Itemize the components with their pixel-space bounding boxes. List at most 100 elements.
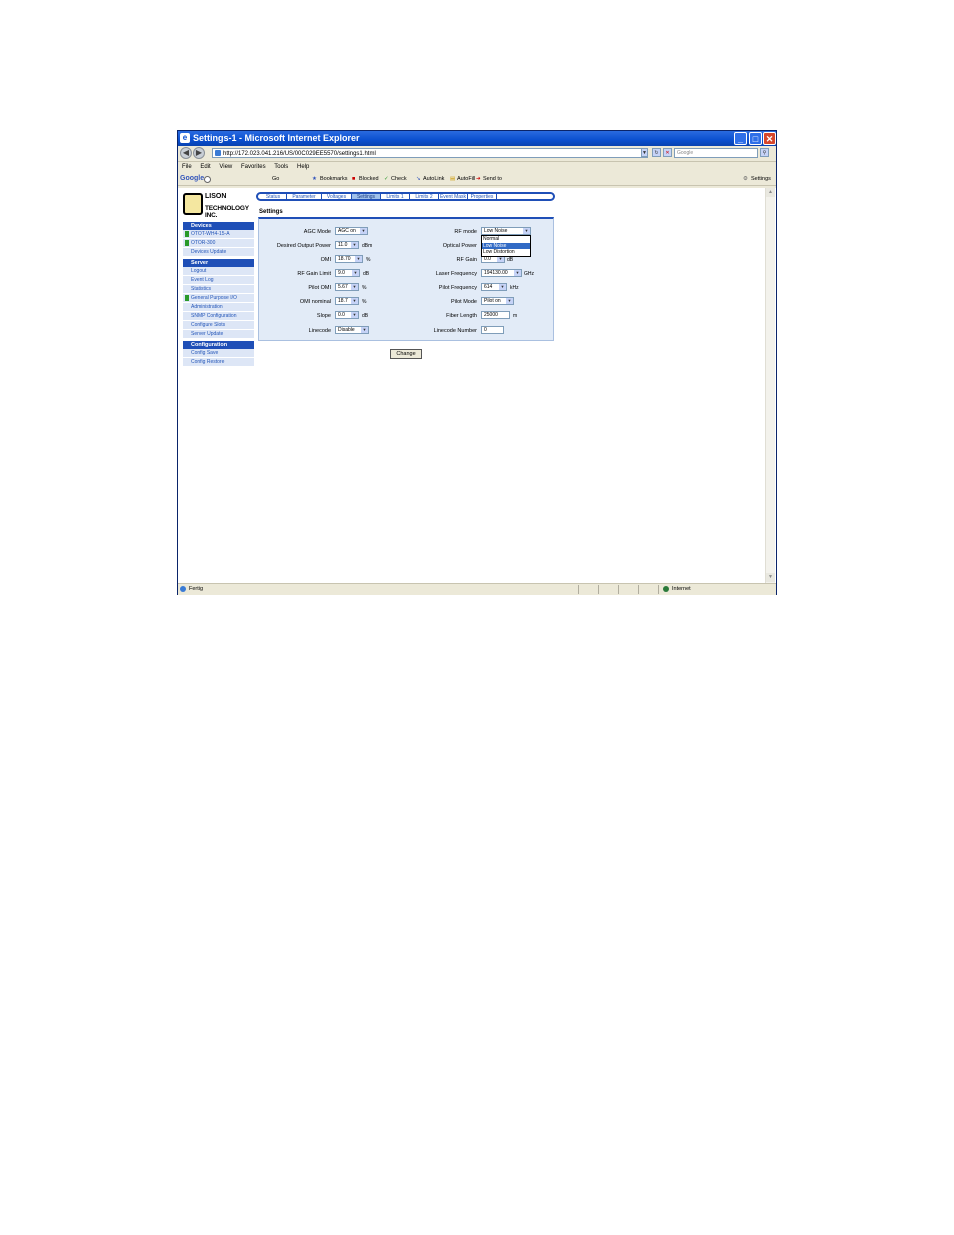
rf-mode-option-low-distortion[interactable]: Low Distortion	[482, 249, 530, 256]
sidebar-item-device-1[interactable]: OTOT-WH4-15-A	[183, 230, 254, 239]
blocked-button[interactable]: Blocked	[359, 173, 379, 185]
close-button[interactable]: ✕	[763, 132, 776, 145]
pilot-omi-select[interactable]: 5.67 ▼	[335, 283, 359, 291]
status-divider	[638, 585, 639, 594]
tab-settings[interactable]: Settings	[352, 194, 381, 200]
sendto-icon: ➜	[476, 176, 481, 182]
fiber-length-input[interactable]: 25000	[481, 311, 510, 319]
chevron-down-icon: ▼	[355, 256, 362, 262]
sidebar-item-label: Administration	[191, 304, 223, 310]
sidebar-item-event-log[interactable]: Event Log	[183, 276, 254, 285]
menu-file[interactable]: File	[182, 164, 192, 170]
sidebar-item-label: OTOR-300	[191, 240, 216, 246]
rf-gain-unit: dB	[507, 257, 514, 263]
pilot-mode-select[interactable]: Pilot on ▼	[481, 297, 514, 305]
menu-edit[interactable]: Edit	[200, 164, 210, 170]
url-text: http://172.023.041.216/US/00C029EE5570/s…	[223, 151, 376, 157]
sidebar-item-snmp[interactable]: SNMP Configuration	[183, 312, 254, 321]
green-flag-icon	[185, 295, 189, 301]
menu-tools[interactable]: Tools	[274, 164, 288, 170]
tab-parameter[interactable]: Parameter	[287, 194, 322, 200]
google-go-button[interactable]: Go	[272, 173, 279, 185]
rf-mode-label: RF mode	[454, 229, 477, 235]
stop-icon[interactable]: ✕	[663, 148, 672, 157]
sidebar-item-config-restore[interactable]: Config Restore	[183, 358, 254, 367]
autofill-button[interactable]: AutoFill	[457, 173, 475, 185]
google-search-box-icon[interactable]	[204, 176, 211, 183]
tab-limits-2[interactable]: Limits 2	[410, 194, 439, 200]
desired-output-power-label: Desired Output Power	[276, 243, 331, 249]
address-input[interactable]: http://172.023.041.216/US/00C029EE5570/s…	[212, 148, 648, 158]
desired-output-power-select[interactable]: 11.0 ▼	[335, 241, 359, 249]
omi-nominal-select[interactable]: 18.7 ▼	[335, 297, 359, 305]
agc-mode-select[interactable]: AGC on ▼	[335, 227, 368, 235]
back-button[interactable]: ◀	[180, 147, 192, 159]
address-dropdown-icon[interactable]: ▼	[641, 148, 648, 157]
sidebar-item-label: Statistics	[191, 286, 212, 292]
google-logo: Google	[180, 175, 205, 182]
sidebar-item-server-update[interactable]: Server Update	[183, 330, 254, 339]
omi-value: 18.70	[338, 256, 351, 262]
tab-limits-1[interactable]: Limits 1	[381, 194, 410, 200]
menu-favorites[interactable]: Favorites	[241, 164, 266, 170]
autolink-button[interactable]: AutoLink	[423, 173, 444, 185]
vertical-scrollbar[interactable]: ▲ ▼	[765, 188, 775, 583]
search-input[interactable]: Google	[674, 148, 758, 158]
desired-output-power-unit: dBm	[362, 243, 373, 249]
menu-view[interactable]: View	[219, 164, 232, 170]
popup-blocker-icon: ■	[352, 176, 356, 182]
omi-nominal-unit: %	[362, 299, 367, 305]
sendto-button[interactable]: Send to	[483, 173, 502, 185]
settings-icon: ⚙	[743, 176, 748, 182]
scroll-down-icon[interactable]: ▼	[766, 573, 775, 582]
linecode-number-input[interactable]: 0	[481, 326, 504, 334]
sidebar-item-administration[interactable]: Administration	[183, 303, 254, 312]
sidebar-item-config-save[interactable]: Config Save	[183, 349, 254, 358]
section-title: Settings	[259, 209, 283, 215]
page-content: LISON TECHNOLOGY INC. Devices OTOT-WH4-1…	[178, 188, 776, 583]
linecode-label: Linecode	[308, 328, 331, 334]
forward-button[interactable]: ▶	[193, 147, 205, 159]
refresh-icon[interactable]: ↻	[652, 148, 661, 157]
sidebar-item-logout[interactable]: Logout	[183, 267, 254, 276]
sidebar-item-gpio[interactable]: General Purpose I/O	[183, 294, 254, 303]
chevron-down-icon: ▼	[351, 298, 358, 304]
check-button[interactable]: Check	[391, 173, 407, 185]
tab-event-mask[interactable]: Event Mask	[439, 194, 468, 200]
status-divider	[598, 585, 599, 594]
minimize-button[interactable]: _	[734, 132, 747, 145]
laser-frequency-select[interactable]: 194130.00 ▼	[481, 269, 522, 277]
ie-logo-icon: e	[180, 133, 190, 143]
google-settings-button[interactable]: Settings	[751, 173, 771, 185]
chevron-down-icon: ▼	[360, 228, 367, 234]
window-title: Settings-1 - Microsoft Internet Explorer	[193, 133, 360, 143]
tab-voltages[interactable]: Voltages	[322, 194, 352, 200]
sidebar-item-devices-update[interactable]: Devices Update	[183, 248, 254, 257]
sidebar-item-configure-slots[interactable]: Configure Slots	[183, 321, 254, 330]
sidebar-item-device-2[interactable]: OTOR-300	[183, 239, 254, 248]
search-icon[interactable]: ⚲	[760, 148, 769, 157]
check-icon: ✓	[384, 176, 389, 182]
autolink-icon: ↘	[416, 176, 421, 182]
maximize-button[interactable]: □	[749, 132, 762, 145]
rf-mode-select[interactable]: Low Noise ▼	[481, 227, 531, 235]
pilot-frequency-select[interactable]: 614 ▼	[481, 283, 507, 291]
menu-help[interactable]: Help	[297, 164, 309, 170]
status-divider	[658, 585, 659, 594]
tab-properties[interactable]: Properties	[468, 194, 497, 200]
sidebar-item-label: General Purpose I/O	[191, 295, 237, 301]
chevron-down-icon: ▼	[499, 284, 506, 290]
rf-mode-value: Low Noise	[484, 228, 508, 234]
scroll-up-icon[interactable]: ▲	[766, 188, 775, 197]
linecode-select[interactable]: Disable ▼	[335, 326, 369, 334]
pilot-frequency-label: Pilot Frequency	[438, 285, 477, 291]
sidebar-item-label: Event Log	[191, 277, 214, 283]
internet-zone-icon	[663, 586, 669, 592]
bookmarks-button[interactable]: Bookmarks	[320, 173, 348, 185]
tab-status[interactable]: Status	[260, 194, 287, 200]
change-button[interactable]: Change	[390, 349, 422, 359]
sidebar-item-statistics[interactable]: Statistics	[183, 285, 254, 294]
rf-gain-limit-select[interactable]: 9.0 ▼	[335, 269, 360, 277]
slope-select[interactable]: 0.0 ▼	[335, 311, 359, 319]
omi-select[interactable]: 18.70 ▼	[335, 255, 363, 263]
